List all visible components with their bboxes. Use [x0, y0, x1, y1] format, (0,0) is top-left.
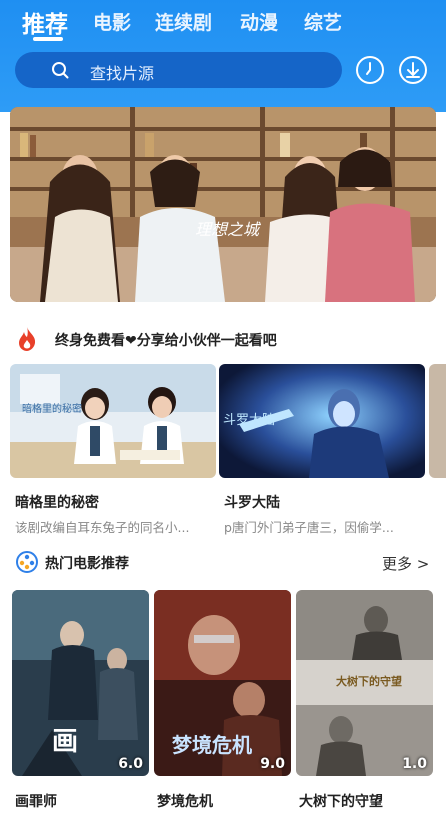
- movie-score: 6.0: [118, 756, 143, 772]
- svg-text:斗罗大陆: 斗罗大陆: [223, 412, 275, 428]
- svg-text:暗格里的秘密: 暗格里的秘密: [22, 402, 82, 415]
- recommend-description: 该剧改编自耳东兔子的同名小...: [15, 520, 190, 535]
- movie-card[interactable]: 大树下的守望 1.0 大树下的守望: [296, 590, 433, 810]
- svg-text:大树下的守望: 大树下的守望: [336, 674, 402, 688]
- movie-title: 画罪师: [15, 794, 57, 810]
- tab-variety[interactable]: 综艺: [304, 8, 342, 35]
- recommend-thumbnail: 暗格里的秘密: [10, 364, 216, 478]
- promo-section-header: 终身免费看❤分享给小伙伴一起看吧: [0, 322, 446, 356]
- svg-text:画: 画: [52, 727, 78, 757]
- movie-poster: 梦境危机 9.0: [154, 590, 291, 776]
- svg-text:理想之城: 理想之城: [195, 220, 261, 239]
- fire-icon: [19, 327, 36, 351]
- movie-poster: 画 6.0: [12, 590, 149, 776]
- movie-score: 1.0: [402, 756, 427, 772]
- recommend-card[interactable]: 斗罗大陆 斗罗大陆 p唐门外门弟子唐三，因偷学...: [219, 364, 426, 535]
- search-input[interactable]: 查找片源: [15, 52, 342, 88]
- movie-poster: 大树下的守望 1.0: [296, 590, 433, 776]
- tab-anime[interactable]: 动漫: [240, 8, 278, 35]
- svg-text:梦境危机: 梦境危机: [172, 733, 252, 757]
- recommend-description: p唐门外门弟子唐三，因偷学...: [224, 520, 394, 535]
- active-tab-indicator: [33, 37, 63, 41]
- film-reel-icon: [16, 551, 38, 573]
- featured-banner[interactable]: 理想之城: [10, 107, 436, 302]
- movie-card[interactable]: 画 6.0 画罪师: [12, 590, 149, 810]
- hot-movies-header: 热门电影推荐 更多 >: [0, 548, 446, 578]
- next-card-peek[interactable]: [429, 364, 446, 478]
- category-tabs: 推荐 电影 连续剧 动漫 综艺: [0, 0, 446, 44]
- recommend-thumbnail: 斗罗大陆: [219, 364, 425, 478]
- search-placeholder: 查找片源: [90, 64, 155, 83]
- history-clock-icon[interactable]: [355, 55, 385, 85]
- recommend-title: 斗罗大陆: [224, 495, 280, 511]
- movie-title: 大树下的守望: [299, 794, 383, 810]
- tab-movies[interactable]: 电影: [93, 8, 131, 35]
- tab-series[interactable]: 连续剧: [155, 8, 212, 35]
- movie-score: 9.0: [260, 756, 285, 772]
- promo-text: 终身免费看❤分享给小伙伴一起看吧: [55, 333, 277, 349]
- tab-recommend[interactable]: 推荐: [22, 5, 68, 39]
- search-icon: [52, 62, 69, 79]
- recommend-card[interactable]: 暗格里的秘密 暗格里的秘密 该剧改编自耳东兔子的同名小...: [10, 364, 216, 535]
- recommend-title: 暗格里的秘密: [15, 495, 99, 511]
- more-link[interactable]: 更多 >: [382, 553, 429, 574]
- banner-image: 理想之城: [10, 107, 436, 302]
- download-icon[interactable]: [398, 55, 428, 85]
- app-header: 推荐 电影 连续剧 动漫 综艺 查找片源: [0, 0, 446, 112]
- movie-title: 梦境危机: [157, 794, 213, 810]
- hot-movies-title: 热门电影推荐: [45, 556, 129, 572]
- movie-card[interactable]: 梦境危机 9.0 梦境危机: [154, 590, 291, 810]
